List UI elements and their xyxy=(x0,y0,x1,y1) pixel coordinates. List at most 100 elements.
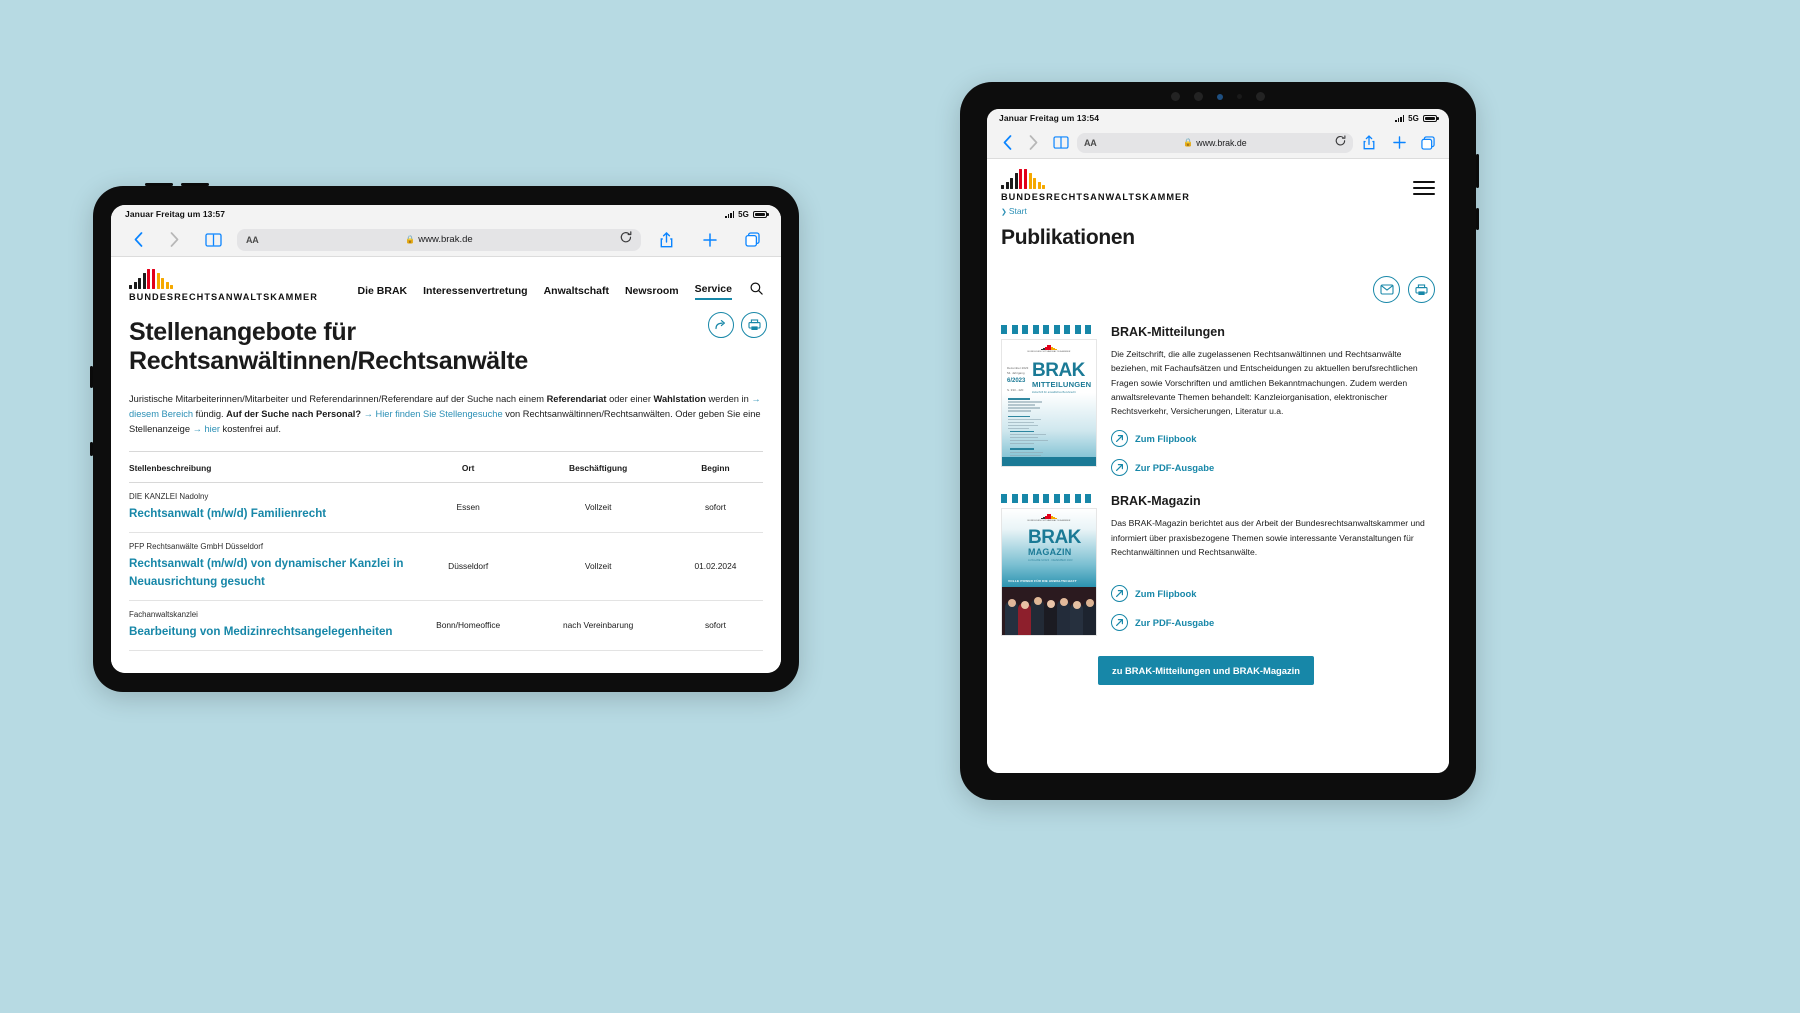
volume-button-left[interactable] xyxy=(145,183,173,186)
browser-toolbar-right: AA 🔒 www.brak.de xyxy=(987,127,1449,159)
brak-logo[interactable]: BUNDESRECHTSANWALTSKAMMER xyxy=(129,269,318,302)
breadcrumb: ❯ Start xyxy=(987,202,1449,216)
plus-icon[interactable] xyxy=(691,232,729,247)
cta-button-publikationen[interactable]: zu BRAK-Mitteilungen und BRAK-Magazin xyxy=(1098,656,1314,686)
cover-meta: Dezember 2023 54. Jahrgang 6/2023 S. 333 … xyxy=(1007,366,1028,393)
cover-tagline: Zeitschrift für anwaltliches Berufsrecht xyxy=(1032,391,1076,395)
nav-item-newsroom[interactable]: Newsroom xyxy=(625,285,679,297)
status-bar-right: Januar Freitag um 13:54 5G xyxy=(987,109,1449,127)
chevron-left-icon[interactable] xyxy=(123,232,153,247)
external-link-icon xyxy=(1111,614,1128,632)
book-icon[interactable] xyxy=(195,232,231,247)
hamburger-menu-icon[interactable] xyxy=(1413,169,1435,195)
brak-site-right: BUNDESRECHTSANWALTSKAMMER ❯ Start Publika… xyxy=(987,159,1449,773)
chevron-right-icon[interactable] xyxy=(1021,135,1045,150)
link-zur-pdf-ausgabe[interactable]: Zur PDF-Ausgabe xyxy=(1111,459,1435,477)
brak-mitteilungen-cover-image[interactable]: BUNDESRECHTSANWALTSKAMMER Dezember 2023 5… xyxy=(1001,339,1097,467)
table-row[interactable]: Fachanwaltskanzlei Bearbeitung von Mediz… xyxy=(129,600,763,652)
link-zur-pdf-ausgabe[interactable]: Zur PDF-Ausgabe xyxy=(1111,614,1435,632)
nav-item-service[interactable]: Service xyxy=(694,283,732,300)
volume-button-right[interactable] xyxy=(1476,208,1479,230)
power-button-right[interactable] xyxy=(1476,154,1479,188)
volume-button-left-2[interactable] xyxy=(181,183,209,186)
lock-icon: 🔒 xyxy=(1183,138,1194,147)
table-row[interactable]: DIE KANZLEI Nadolny Rechtsanwalt (m/w/d)… xyxy=(129,482,763,534)
address-bar-left[interactable]: AA 🔒 www.brak.de xyxy=(237,228,641,251)
lock-icon: 🔒 xyxy=(405,235,416,244)
chevron-left-icon[interactable] xyxy=(995,135,1019,150)
link-label: Zum Flipbook xyxy=(1135,433,1197,445)
reload-icon[interactable] xyxy=(620,230,632,249)
intro-text-3: werden in xyxy=(705,394,752,404)
intro-text-1: Juristische Mitarbeiterinnen/Mitarbeiter… xyxy=(129,394,547,404)
plus-icon[interactable] xyxy=(1385,136,1413,149)
print-icon[interactable] xyxy=(741,312,767,338)
power-button-left[interactable] xyxy=(90,366,93,388)
chevron-right-icon[interactable] xyxy=(159,232,189,247)
brak-site-left: BUNDESRECHTSANWALTSKAMMER Die BRAK Inter… xyxy=(111,257,781,673)
text-size-button[interactable]: AA xyxy=(1084,138,1097,148)
status-datetime: Januar Freitag um 13:57 xyxy=(125,209,226,219)
job-beschaeftigung: Vollzeit xyxy=(528,482,668,534)
link-hier[interactable]: → hier xyxy=(193,424,220,434)
publication-description: Das BRAK-Magazin berichtet aus der Arbei… xyxy=(1111,518,1425,557)
brak-logo[interactable]: BUNDESRECHTSANWALTSKAMMER xyxy=(1001,169,1190,202)
cover-brand: BUNDESRECHTSANWALTSKAMMER xyxy=(1002,345,1096,353)
share-icon[interactable] xyxy=(1355,135,1383,150)
main-nav-left: Die BRAK Interessenvertretung Anwaltscha… xyxy=(358,282,763,302)
brak-magazin-cover-image[interactable]: BUNDESRECHTSANWALTSKAMMER BRAK MAGAZIN A… xyxy=(1001,508,1097,637)
camera-array xyxy=(960,92,1476,101)
cover-photo xyxy=(1002,587,1096,636)
tabs-icon[interactable] xyxy=(1415,135,1441,150)
link-label: Zur PDF-Ausgabe xyxy=(1135,462,1215,474)
intro-text-7: kostenfrei auf. xyxy=(219,424,281,435)
search-icon[interactable] xyxy=(750,282,763,300)
breadcrumb-start-link[interactable]: Start xyxy=(1009,206,1027,216)
address-bar-right[interactable]: AA 🔒 www.brak.de xyxy=(1077,132,1353,153)
tabs-icon[interactable] xyxy=(735,232,769,247)
job-description-cell: PFP Rechtsanwälte GmbH Düsseldorf Rechts… xyxy=(129,532,408,602)
col-header-stellenbeschreibung: Stellenbeschreibung xyxy=(129,452,408,484)
table-header-row: Stellenbeschreibung Ort Beschäftigung Be… xyxy=(129,452,763,484)
side-button-left[interactable] xyxy=(90,442,93,456)
brak-bars-icon xyxy=(129,269,174,289)
screen-right: Januar Freitag um 13:54 5G AA 🔒 www.brak… xyxy=(987,109,1449,773)
page-title-line2: Rechtsanwältinnen/Rechtsanwälte xyxy=(129,347,528,375)
job-beginn: sofort xyxy=(667,482,763,534)
jobs-table: Stellenbeschreibung Ort Beschäftigung Be… xyxy=(129,452,763,652)
battery-icon xyxy=(1423,114,1439,122)
reload-icon[interactable] xyxy=(1335,134,1346,152)
table-row[interactable]: PFP Rechtsanwälte GmbH Düsseldorf Rechts… xyxy=(129,532,763,602)
nav-item-anwaltschaft[interactable]: Anwaltschaft xyxy=(544,285,609,297)
cover-banner: VOLLE POWER FÜR DIE ANWALTSCHAFT xyxy=(1008,579,1077,584)
print-icon[interactable] xyxy=(1408,276,1435,303)
job-title-link[interactable]: Bearbeitung von Medizinrechtsangelegenhe… xyxy=(129,625,392,638)
cover-brand-wordmark: BUNDESRECHTSANWALTSKAMMER xyxy=(1027,351,1071,353)
job-beschaeftigung: Vollzeit xyxy=(528,532,668,602)
share-icon[interactable] xyxy=(647,231,685,248)
link-stellengesuche[interactable]: → Hier finden Sie Stellengesuche xyxy=(364,409,503,419)
job-firm: Fachanwaltskanzlei xyxy=(129,610,198,620)
network-label: 5G xyxy=(738,209,749,219)
text-size-button[interactable]: AA xyxy=(246,235,259,245)
page-actions-right xyxy=(987,250,1449,303)
publication-heading: BRAK-Mitteilungen xyxy=(1111,325,1225,339)
publication-body: BRAK-Mitteilungen Die Zeitschrift, die a… xyxy=(1111,325,1435,477)
page-title-line1: Stellenangebote für xyxy=(129,318,356,346)
job-title-link[interactable]: Rechtsanwalt (m/w/d) von dynamischer Kan… xyxy=(129,557,403,588)
sensor-icon xyxy=(1217,93,1223,100)
link-zum-flipbook[interactable]: Zum Flipbook xyxy=(1111,430,1435,448)
publication-links: Zum Flipbook Zur PDF-Ausgabe xyxy=(1111,585,1435,632)
intro-text-4: fündig. xyxy=(193,409,227,420)
status-datetime: Januar Freitag um 13:54 xyxy=(999,113,1100,123)
nav-item-die-brak[interactable]: Die BRAK xyxy=(358,285,408,297)
publication-cover-wrap: BUNDESRECHTSANWALTSKAMMER Dezember 2023 5… xyxy=(1001,325,1097,476)
email-icon[interactable] xyxy=(1373,276,1400,303)
col-header-ort: Ort xyxy=(407,452,529,484)
link-zum-flipbook[interactable]: Zum Flipbook xyxy=(1111,585,1435,603)
job-title-link[interactable]: Rechtsanwalt (m/w/d) Familienrecht xyxy=(129,507,326,520)
nav-item-interessenvertretung[interactable]: Interessenvertretung xyxy=(423,285,527,297)
book-icon[interactable] xyxy=(1047,136,1075,149)
cover-meta-bottom: S. 333 - 420 xyxy=(1007,388,1024,392)
share-arrow-icon[interactable] xyxy=(708,312,734,338)
